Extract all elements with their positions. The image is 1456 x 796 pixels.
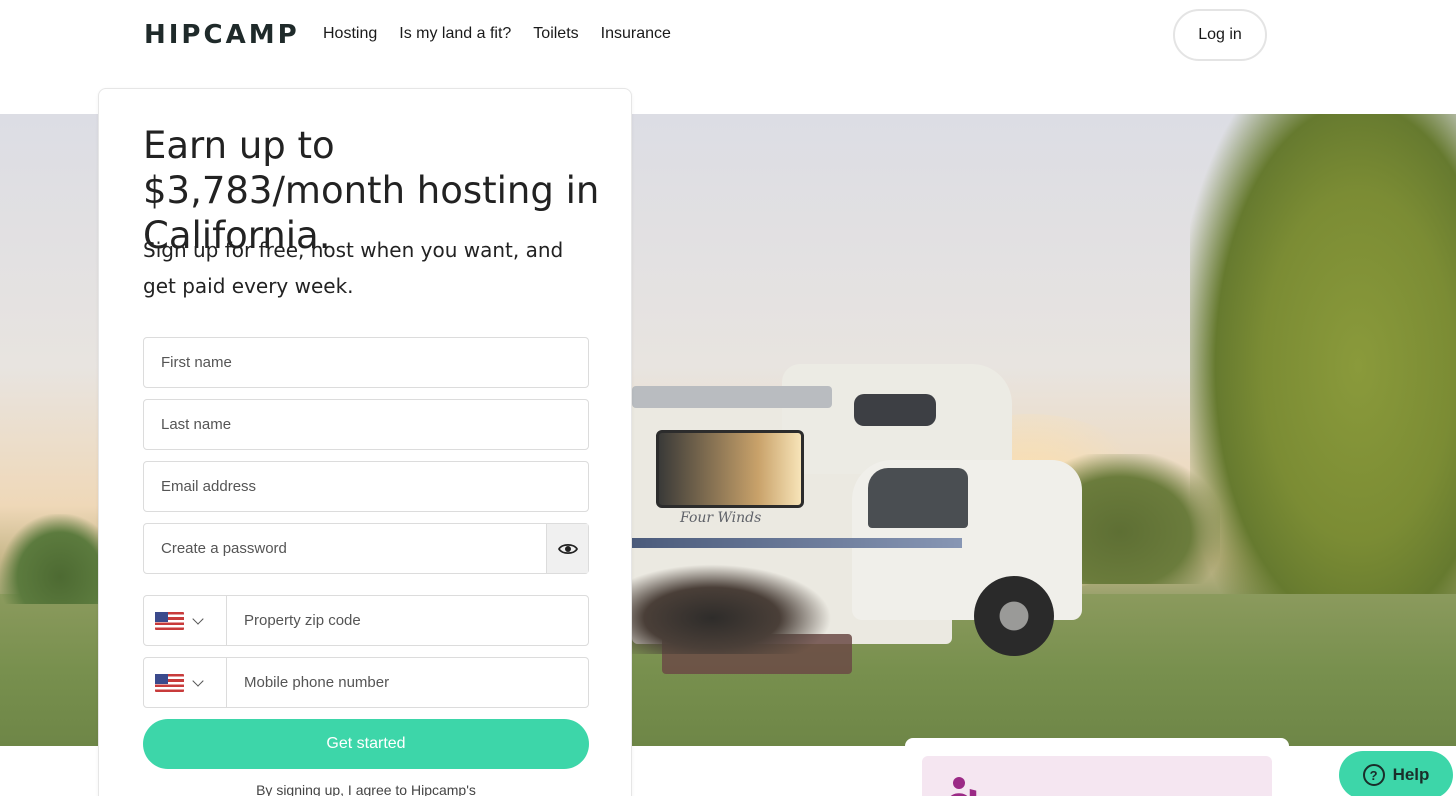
phone-country-select[interactable] <box>144 658 227 707</box>
help-label: Help <box>1392 765 1430 784</box>
nav-insurance[interactable]: Insurance <box>601 25 671 43</box>
show-password-button[interactable] <box>546 524 588 573</box>
rv-window <box>656 430 804 508</box>
rv-cab-window <box>868 468 968 528</box>
nav-hosting[interactable]: Hosting <box>323 25 377 43</box>
zip-code-input[interactable] <box>228 596 588 645</box>
password-field <box>143 523 589 574</box>
rv-awning <box>632 386 832 408</box>
campers-group <box>632 564 832 654</box>
rv-brand-text: Four Winds <box>680 510 762 526</box>
email-input[interactable] <box>144 462 588 511</box>
zip-code-field <box>143 595 589 646</box>
nav-toilets[interactable]: Toilets <box>533 25 578 43</box>
nav-land-fit[interactable]: Is my land a fit? <box>399 25 511 43</box>
login-button[interactable]: Log in <box>1173 9 1267 61</box>
eye-icon <box>557 543 578 554</box>
email-field <box>143 461 589 512</box>
rv-upper-window <box>854 394 936 426</box>
zip-country-select[interactable] <box>144 596 227 645</box>
rv-wheel <box>974 576 1054 656</box>
us-flag-icon <box>155 673 184 692</box>
terms-text: By signing up, I agree to Hipcamp's <box>256 782 476 796</box>
first-name-input[interactable] <box>144 338 588 387</box>
chevron-down-icon <box>192 674 204 687</box>
password-input[interactable] <box>144 524 548 573</box>
phone-field <box>143 657 589 708</box>
main-nav: Hosting Is my land a fit? Toilets Insura… <box>323 25 671 43</box>
help-button[interactable]: ? Help <box>1339 751 1453 796</box>
phone-input[interactable] <box>228 658 588 707</box>
last-name-input[interactable] <box>144 400 588 449</box>
page-subtitle: Sign up for free, host when you want, an… <box>143 238 564 298</box>
rv-stripe <box>632 538 962 548</box>
question-icon: ? <box>1362 764 1385 786</box>
user-shield-icon <box>950 777 978 796</box>
last-name-field <box>143 399 589 450</box>
trees-right <box>1190 114 1456 674</box>
chevron-down-icon <box>192 612 204 625</box>
first-name-field <box>143 337 589 388</box>
us-flag-icon <box>155 611 184 630</box>
hipcamp-logo[interactable]: HIPCAMP <box>144 20 300 50</box>
rv-camper: Four Winds <box>632 364 1102 674</box>
signup-card: Earn up to $3,783/month hosting in Calif… <box>98 88 632 796</box>
get-started-button[interactable]: Get started <box>143 719 589 769</box>
